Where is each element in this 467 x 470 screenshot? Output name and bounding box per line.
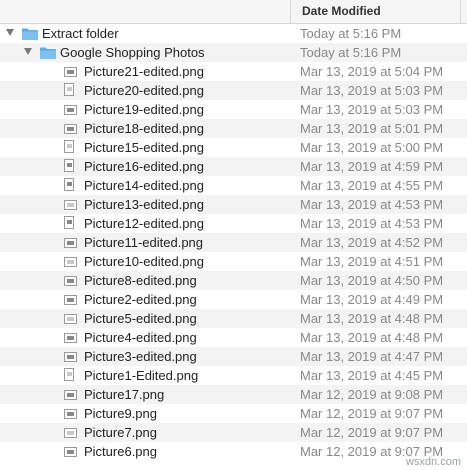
date-modified-value: Mar 13, 2019 at 5:01 PM xyxy=(300,121,444,136)
file-row[interactable]: Picture7.png Mar 12, 2019 at 9:07 PM xyxy=(0,423,467,442)
folder-icon xyxy=(22,28,38,40)
date-modified-value: Mar 13, 2019 at 5:00 PM xyxy=(300,140,444,155)
folder-row[interactable]: Extract folder Today at 5:16 PM xyxy=(0,24,467,43)
folder-name: Google Shopping Photos xyxy=(60,45,205,60)
date-modified-value: Mar 13, 2019 at 4:48 PM xyxy=(300,330,444,345)
file-name: Picture21-edited.png xyxy=(84,64,204,79)
folder-name: Extract folder xyxy=(42,26,119,41)
date-modified-value: Mar 12, 2019 at 9:07 PM xyxy=(300,406,444,421)
image-file-icon xyxy=(64,352,77,362)
file-row[interactable]: Picture13-edited.png Mar 13, 2019 at 4:53… xyxy=(0,195,467,214)
disclosure-triangle-icon[interactable] xyxy=(24,48,32,55)
date-modified-value: Mar 13, 2019 at 4:52 PM xyxy=(300,235,444,250)
file-row[interactable]: Picture20-edited.png Mar 13, 2019 at 5:03… xyxy=(0,81,467,100)
column-header-bar: Date Modified xyxy=(0,0,467,24)
file-row[interactable]: Picture10-edited.png Mar 13, 2019 at 4:51… xyxy=(0,252,467,271)
image-file-icon xyxy=(64,428,77,438)
file-row[interactable]: Picture8-edited.png Mar 13, 2019 at 4:50 … xyxy=(0,271,467,290)
image-file-icon xyxy=(64,67,77,77)
image-file-icon xyxy=(64,390,77,400)
file-name: Picture7.png xyxy=(84,425,157,440)
file-list: Extract folder Today at 5:16 PM Google Sho… xyxy=(0,24,467,461)
date-modified-value: Mar 13, 2019 at 4:50 PM xyxy=(300,273,444,288)
file-name: Picture1-Edited.png xyxy=(84,368,199,383)
image-file-icon xyxy=(64,124,77,134)
image-file-icon xyxy=(64,257,77,267)
date-modified-value: Mar 13, 2019 at 4:47 PM xyxy=(300,349,444,364)
file-row[interactable]: Picture19-edited.png Mar 13, 2019 at 5:03… xyxy=(0,100,467,119)
file-name: Picture8-edited.png xyxy=(84,273,197,288)
image-file-icon xyxy=(64,295,77,305)
file-name: Picture18-edited.png xyxy=(84,121,204,136)
file-name: Picture3-edited.png xyxy=(84,349,197,364)
file-name: Picture17.png xyxy=(84,387,165,402)
file-row[interactable]: Picture17.png Mar 12, 2019 at 9:08 PM xyxy=(0,385,467,404)
image-file-icon xyxy=(64,178,74,191)
date-modified-value: Mar 13, 2019 at 5:03 PM xyxy=(300,83,444,98)
image-file-icon xyxy=(64,409,77,419)
file-row[interactable]: Picture12-edited.png Mar 13, 2019 at 4:53… xyxy=(0,214,467,233)
date-modified-value: Today at 5:16 PM xyxy=(300,45,402,60)
date-modified-value: Mar 13, 2019 at 4:45 PM xyxy=(300,368,444,383)
date-modified-value: Mar 12, 2019 at 9:08 PM xyxy=(300,387,444,402)
folder-row[interactable]: Google Shopping Photos Today at 5:16 PM xyxy=(0,43,467,62)
file-name: Picture19-edited.png xyxy=(84,102,204,117)
file-row[interactable]: Picture9.png Mar 12, 2019 at 9:07 PM xyxy=(0,404,467,423)
file-name: Picture12-edited.png xyxy=(84,216,204,231)
file-name: Picture9.png xyxy=(84,406,157,421)
date-modified-value: Mar 12, 2019 at 9:07 PM xyxy=(300,425,444,440)
name-column-header[interactable] xyxy=(0,0,291,23)
image-file-icon xyxy=(64,368,74,381)
image-file-icon xyxy=(64,314,77,324)
date-modified-value: Mar 13, 2019 at 4:49 PM xyxy=(300,292,444,307)
file-name: Picture2-edited.png xyxy=(84,292,197,307)
file-name: Picture15-edited.png xyxy=(84,140,204,155)
file-name: Picture5-edited.png xyxy=(84,311,197,326)
file-name: Picture11-edited.png xyxy=(84,235,204,250)
date-modified-value: Today at 5:16 PM xyxy=(300,26,402,41)
file-row[interactable]: Picture11-edited.png Mar 13, 2019 at 4:52… xyxy=(0,233,467,252)
image-file-icon xyxy=(64,140,74,153)
file-row[interactable]: Picture1-Edited.png Mar 13, 2019 at 4:45 … xyxy=(0,366,467,385)
image-file-icon xyxy=(64,238,77,248)
header-divider xyxy=(460,0,461,23)
image-file-icon xyxy=(64,333,77,343)
disclosure-triangle-icon[interactable] xyxy=(6,29,14,36)
file-name: Picture6.png xyxy=(84,444,157,459)
image-file-icon xyxy=(64,83,74,96)
file-row[interactable]: Picture14-edited.png Mar 13, 2019 at 4:55… xyxy=(0,176,467,195)
image-file-icon xyxy=(64,159,74,172)
file-name: Picture16-edited.png xyxy=(84,159,204,174)
folder-icon xyxy=(40,47,56,59)
date-modified-value: Mar 13, 2019 at 4:48 PM xyxy=(300,311,444,326)
date-modified-value: Mar 13, 2019 at 4:53 PM xyxy=(300,197,444,212)
file-row[interactable]: Picture18-edited.png Mar 13, 2019 at 5:01… xyxy=(0,119,467,138)
image-file-icon xyxy=(64,276,77,286)
file-row[interactable]: Picture3-edited.png Mar 13, 2019 at 4:47 … xyxy=(0,347,467,366)
file-name: Picture10-edited.png xyxy=(84,254,204,269)
image-file-icon xyxy=(64,200,77,210)
date-modified-value: Mar 13, 2019 at 4:59 PM xyxy=(300,159,444,174)
file-row[interactable]: Picture5-edited.png Mar 13, 2019 at 4:48 … xyxy=(0,309,467,328)
image-file-icon xyxy=(64,105,77,115)
file-row[interactable]: Picture2-edited.png Mar 13, 2019 at 4:49 … xyxy=(0,290,467,309)
image-file-icon xyxy=(64,447,77,457)
file-row[interactable]: Picture6.png Mar 12, 2019 at 9:07 PM xyxy=(0,442,467,461)
date-modified-value: Mar 13, 2019 at 4:55 PM xyxy=(300,178,444,193)
file-name: Picture14-edited.png xyxy=(84,178,204,193)
file-name: Picture20-edited.png xyxy=(84,83,204,98)
file-row[interactable]: Picture21-edited.png Mar 13, 2019 at 5:04… xyxy=(0,62,467,81)
date-modified-value: Mar 13, 2019 at 4:51 PM xyxy=(300,254,444,269)
watermark-text: wsxdn.com xyxy=(405,456,461,468)
file-name: Picture4-edited.png xyxy=(84,330,197,345)
date-modified-value: Mar 13, 2019 at 5:04 PM xyxy=(300,64,444,79)
file-name: Picture13-edited.png xyxy=(84,197,204,212)
file-row[interactable]: Picture4-edited.png Mar 13, 2019 at 4:48 … xyxy=(0,328,467,347)
date-modified-value: Mar 13, 2019 at 4:53 PM xyxy=(300,216,444,231)
image-file-icon xyxy=(64,216,74,229)
file-row[interactable]: Picture16-edited.png Mar 13, 2019 at 4:59… xyxy=(0,157,467,176)
date-modified-value: Mar 13, 2019 at 5:03 PM xyxy=(300,102,444,117)
file-row[interactable]: Picture15-edited.png Mar 13, 2019 at 5:00… xyxy=(0,138,467,157)
date-modified-column-header[interactable]: Date Modified xyxy=(302,4,381,18)
